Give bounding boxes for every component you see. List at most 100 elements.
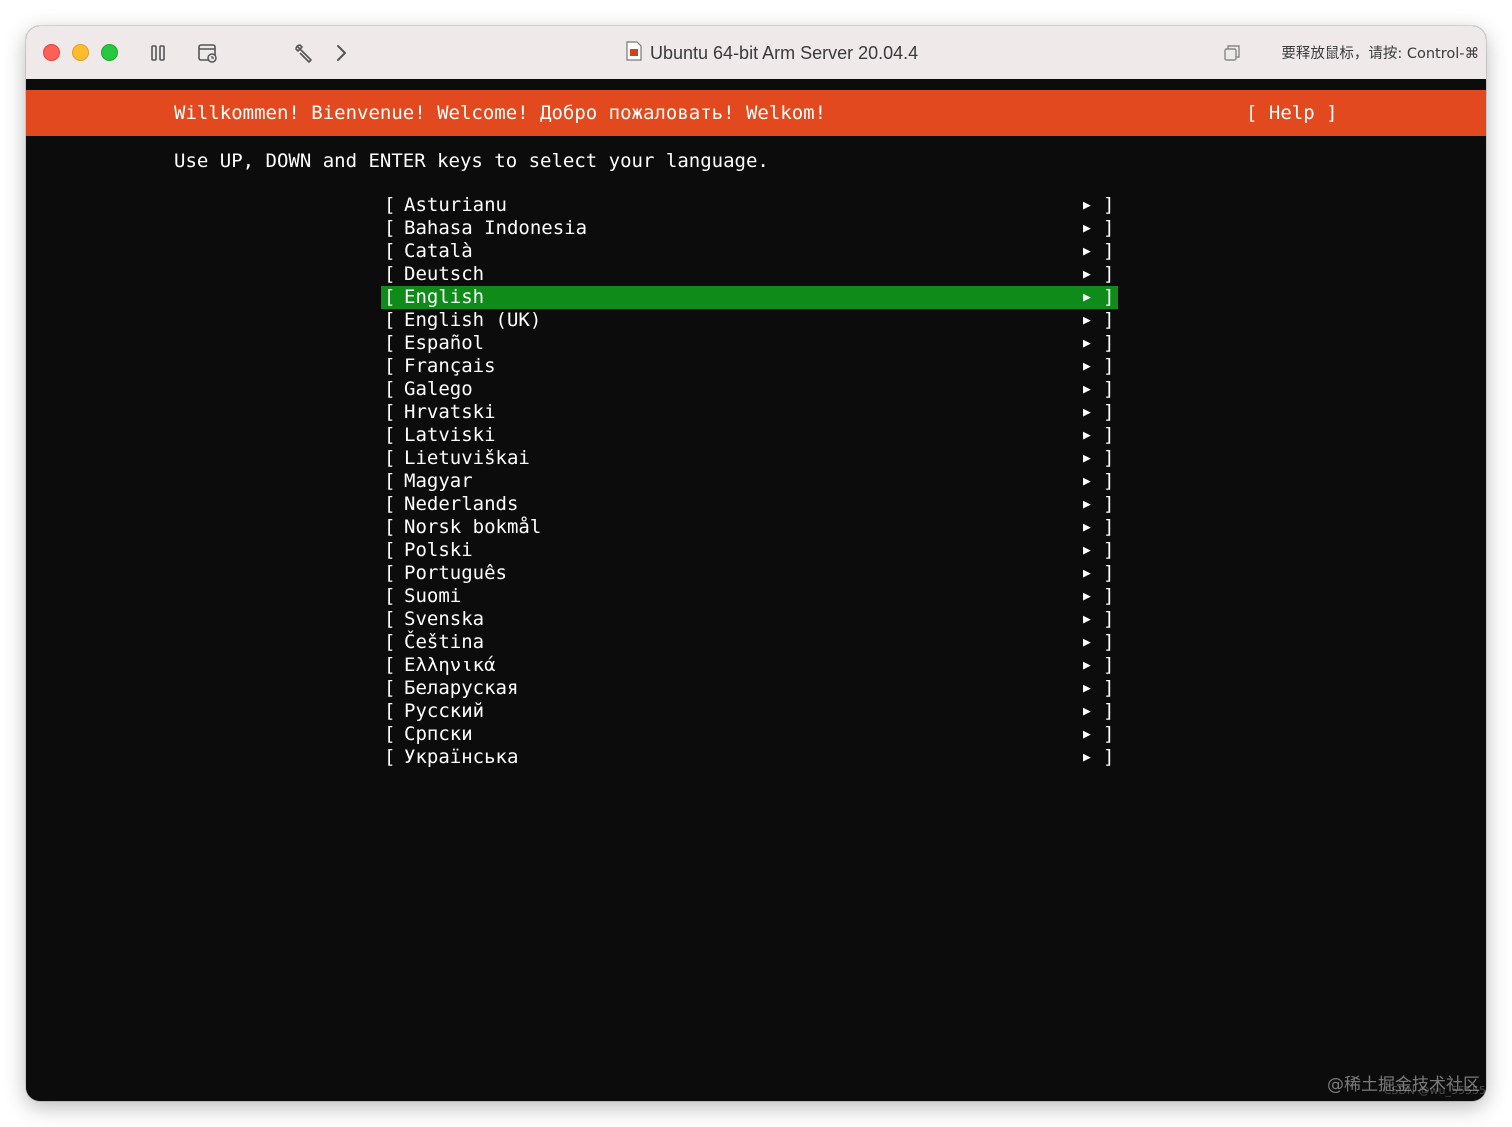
- language-option[interactable]: [Deutsch ▶]: [381, 263, 1118, 286]
- language-option[interactable]: [Hrvatski ▶]: [381, 401, 1118, 424]
- language-option[interactable]: [Español ▶]: [381, 332, 1118, 355]
- language-label: Čeština: [404, 631, 485, 653]
- language-label: Bahasa Indonesia: [404, 217, 588, 239]
- left-bracket: [: [384, 654, 396, 676]
- language-option[interactable]: [Polski ▶]: [381, 539, 1118, 562]
- vm-console[interactable]: Willkommen! Bienvenue! Welcome! Добро по…: [26, 79, 1486, 1101]
- chevron-right-icon[interactable]: [328, 40, 354, 66]
- left-bracket: [: [384, 631, 396, 653]
- submenu-arrow-icon: ▶: [1083, 267, 1091, 282]
- language-option[interactable]: [Беларуская ▶]: [381, 677, 1118, 700]
- right-bracket: ]: [1103, 723, 1115, 745]
- right-bracket: ]: [1103, 470, 1115, 492]
- language-option[interactable]: [Српски ▶]: [381, 723, 1118, 746]
- right-bracket: ]: [1103, 263, 1115, 285]
- language-option[interactable]: [Latviski ▶]: [381, 424, 1118, 447]
- right-bracket: ]: [1103, 631, 1115, 653]
- right-bracket: ]: [1103, 562, 1115, 584]
- left-bracket: [: [384, 585, 396, 607]
- zoom-button[interactable]: [101, 44, 118, 61]
- language-option[interactable]: [Suomi ▶]: [381, 585, 1118, 608]
- welcome-text: Willkommen! Bienvenue! Welcome! Добро по…: [174, 102, 827, 124]
- language-option[interactable]: [Galego ▶]: [381, 378, 1118, 401]
- submenu-arrow-icon: ▶: [1083, 198, 1091, 213]
- language-label: Ελληνικά: [404, 654, 496, 676]
- language-label: Português: [404, 562, 507, 584]
- submenu-arrow-icon: ▶: [1083, 635, 1091, 650]
- language-option[interactable]: [Français ▶]: [381, 355, 1118, 378]
- language-label: Nederlands: [404, 493, 519, 515]
- left-bracket: [: [384, 493, 396, 515]
- submenu-arrow-icon: ▶: [1083, 543, 1091, 558]
- language-option[interactable]: [English ▶]: [381, 286, 1118, 309]
- language-option[interactable]: [English (UK) ▶]: [381, 309, 1118, 332]
- language-label: Svenska: [404, 608, 485, 630]
- language-label: Русский: [404, 700, 485, 722]
- language-label: Српски: [404, 723, 473, 745]
- language-option[interactable]: [Asturianu ▶]: [381, 194, 1118, 217]
- language-label: Català: [404, 240, 473, 262]
- right-bracket: ]: [1103, 332, 1115, 354]
- snapshot-icon[interactable]: [195, 40, 221, 66]
- submenu-arrow-icon: ▶: [1083, 566, 1091, 581]
- right-bracket: ]: [1103, 424, 1115, 446]
- submenu-arrow-icon: ▶: [1083, 681, 1091, 696]
- vm-window: Ubuntu 64-bit Arm Server 20.04.4 要释放鼠标，请…: [26, 26, 1486, 1101]
- right-bracket: ]: [1103, 700, 1115, 722]
- language-label: Magyar: [404, 470, 473, 492]
- pause-icon[interactable]: [145, 40, 171, 66]
- close-button[interactable]: [43, 44, 60, 61]
- left-bracket: [: [384, 470, 396, 492]
- right-bracket: ]: [1103, 746, 1115, 768]
- language-label: English (UK): [404, 309, 542, 331]
- right-bracket: ]: [1103, 447, 1115, 469]
- left-bracket: [: [384, 539, 396, 561]
- help-button[interactable]: [ Help ]: [1246, 102, 1338, 124]
- language-label: Hrvatski: [404, 401, 496, 423]
- right-bracket: ]: [1103, 493, 1115, 515]
- submenu-arrow-icon: ▶: [1083, 658, 1091, 673]
- language-label: Asturianu: [404, 194, 507, 216]
- submenu-arrow-icon: ▶: [1083, 750, 1091, 765]
- language-option[interactable]: [Norsk bokmål ▶]: [381, 516, 1118, 539]
- submenu-arrow-icon: ▶: [1083, 428, 1091, 443]
- title-bar: Ubuntu 64-bit Arm Server 20.04.4 要释放鼠标，请…: [26, 26, 1486, 80]
- language-option[interactable]: [Русский ▶]: [381, 700, 1118, 723]
- right-bracket: ]: [1103, 217, 1115, 239]
- right-bracket: ]: [1103, 286, 1115, 308]
- right-bracket: ]: [1103, 240, 1115, 262]
- release-mouse-hint: 要释放鼠标，请按: Control-⌘: [1281, 46, 1479, 62]
- language-option[interactable]: [ Ελληνικά ▶]: [381, 654, 1118, 677]
- language-option[interactable]: [ Čeština ▶]: [381, 631, 1118, 654]
- language-option[interactable]: [Català ▶]: [381, 240, 1118, 263]
- language-option[interactable]: [Lietuviškai ▶]: [381, 447, 1118, 470]
- submenu-arrow-icon: ▶: [1083, 290, 1091, 305]
- minimize-button[interactable]: [72, 44, 89, 61]
- welcome-banner: Willkommen! Bienvenue! Welcome! Добро по…: [26, 90, 1486, 136]
- language-option[interactable]: [ Magyar ▶]: [381, 470, 1118, 493]
- vm-file-icon: [626, 40, 642, 66]
- left-bracket: [: [384, 355, 396, 377]
- submenu-arrow-icon: ▶: [1083, 520, 1091, 535]
- left-bracket: [: [384, 516, 396, 538]
- settings-wrench-icon[interactable]: [291, 40, 317, 66]
- language-label: Français: [404, 355, 496, 377]
- window-title: Ubuntu 64-bit Arm Server 20.04.4: [626, 40, 918, 66]
- language-option[interactable]: [Svenska ▶]: [381, 608, 1118, 631]
- left-bracket: [: [384, 378, 396, 400]
- language-label: Español: [404, 332, 485, 354]
- language-option[interactable]: [Português ▶]: [381, 562, 1118, 585]
- language-option[interactable]: [Українська ▶]: [381, 746, 1118, 769]
- window-restore-icon[interactable]: [1219, 40, 1245, 66]
- right-bracket: ]: [1103, 539, 1115, 561]
- left-bracket: [: [384, 401, 396, 423]
- left-bracket: [: [384, 608, 396, 630]
- submenu-arrow-icon: ▶: [1083, 313, 1091, 328]
- submenu-arrow-icon: ▶: [1083, 474, 1091, 489]
- right-bracket: ]: [1103, 654, 1115, 676]
- left-bracket: [: [384, 309, 396, 331]
- language-option[interactable]: [Nederlands ▶]: [381, 493, 1118, 516]
- watermark-secondary: CSDN @wu_55555: [1383, 1084, 1486, 1097]
- language-option[interactable]: [Bahasa Indonesia ▶]: [381, 217, 1118, 240]
- submenu-arrow-icon: ▶: [1083, 451, 1091, 466]
